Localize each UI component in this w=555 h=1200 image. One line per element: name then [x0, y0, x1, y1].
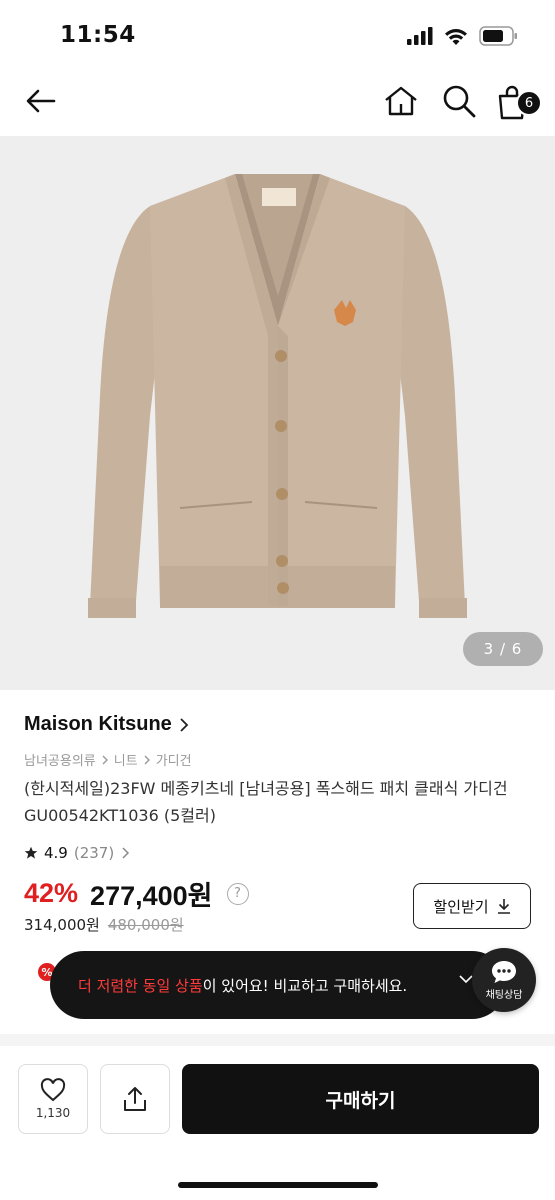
chevron-right-icon [122, 847, 130, 859]
breadcrumb: 남녀공용의류 니트 가디건 [24, 750, 192, 769]
toast-message: 이 있어요! 비교하고 구매하세요. [202, 976, 408, 995]
share-icon [124, 1087, 146, 1111]
status-bar: 11:54 [0, 0, 555, 68]
original-price: 314,000원 [24, 916, 100, 934]
strikethrough-price: 480,000원 [107, 916, 184, 934]
original-price-row: 314,000원 480,000원 [24, 914, 184, 935]
battery-icon [479, 26, 517, 46]
chat-bubble-icon [492, 960, 516, 983]
heart-icon [40, 1078, 66, 1102]
sale-price: 277,400원 [90, 881, 213, 911]
image-counter: 3 / 6 [463, 632, 543, 666]
coupon-button-label: 할인받기 [433, 897, 489, 916]
price-row: 42% 277,400원 ? [24, 874, 249, 913]
toast-highlight: 더 저렴한 동일 상품 [78, 976, 203, 995]
back-arrow-icon[interactable] [22, 82, 60, 120]
section-divider [0, 1034, 555, 1046]
search-icon[interactable] [440, 82, 478, 120]
chevron-right-icon [180, 717, 189, 732]
breadcrumb-item[interactable]: 가디건 [156, 750, 192, 769]
share-button[interactable] [100, 1064, 170, 1134]
like-button[interactable]: 1,130 [18, 1064, 88, 1134]
brand-link[interactable]: Maison Kitsune [24, 713, 190, 736]
nav-bar: 6 [0, 68, 555, 136]
cellular-signal-icon [407, 27, 433, 45]
star-icon [24, 846, 38, 859]
status-time: 11:54 [60, 22, 136, 48]
rating-value: 4.9 [44, 844, 68, 862]
chat-label: 채팅상담 [485, 989, 523, 1001]
brand-name: Maison Kitsune [24, 713, 172, 735]
cart-button[interactable]: 6 [496, 82, 542, 122]
home-indicator [178, 1182, 378, 1188]
product-image[interactable]: 3 / 6 [0, 136, 555, 690]
product-title: (한시적세일)23FW 메종키츠네 [남녀공용] 폭스해드 패치 클래식 가디건… [24, 779, 508, 825]
buy-button[interactable]: 구매하기 [182, 1064, 539, 1134]
breadcrumb-item[interactable]: 남녀공용의류 [24, 750, 96, 769]
cart-count-badge: 6 [516, 90, 542, 116]
breadcrumb-item[interactable]: 니트 [114, 750, 138, 769]
price-help-icon[interactable]: ? [226, 882, 249, 905]
cardigan-illustration [88, 174, 467, 618]
review-count: (237) [73, 844, 115, 862]
chevron-right-icon [102, 755, 108, 764]
chevron-right-icon [144, 755, 150, 764]
like-count: 1,130 [35, 1106, 71, 1120]
coupon-button[interactable]: 할인받기 [413, 883, 531, 929]
compare-toast[interactable]: 더 저렴한 동일 상품 이 있어요! 비교하고 구매하세요. [50, 951, 506, 1019]
home-icon[interactable] [382, 82, 420, 120]
status-icons [407, 26, 519, 46]
discount-rate: 42% [24, 878, 79, 908]
bottom-action-bar: 1,130 구매하기 [0, 1046, 555, 1200]
wifi-icon [445, 28, 467, 45]
download-icon [497, 899, 510, 914]
rating-link[interactable]: 4.9 (237) [24, 844, 130, 862]
chat-consult-button[interactable]: 채팅상담 [472, 948, 536, 1012]
